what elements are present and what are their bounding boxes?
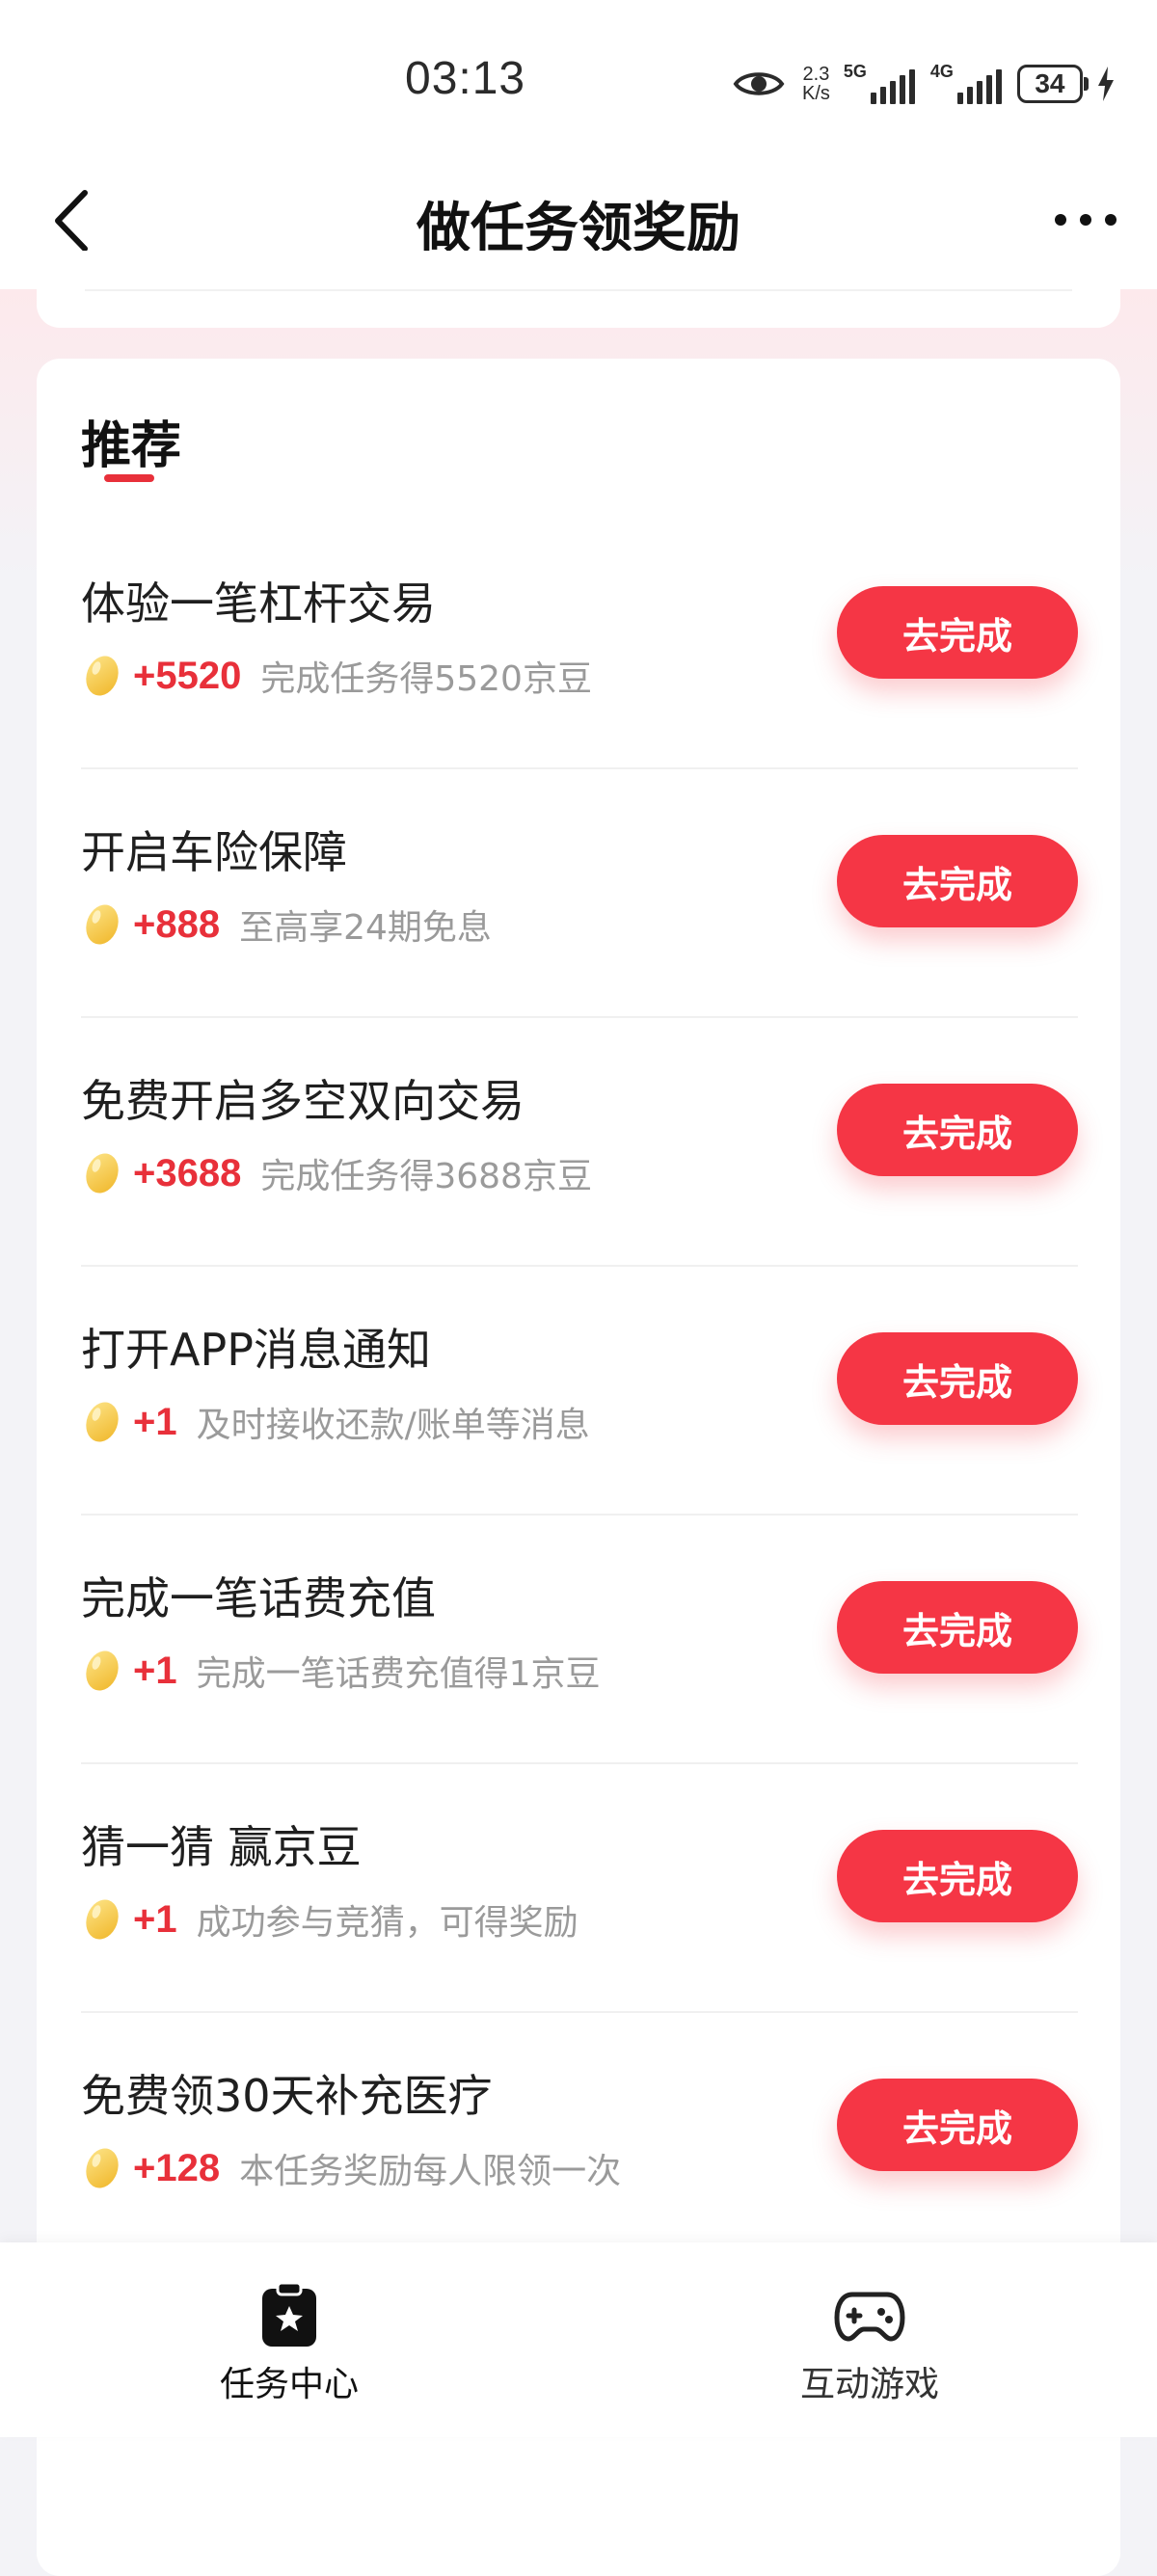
task-description: 本任务奖励每人限领一次 bbox=[239, 2152, 622, 2191]
task-reward-line: +5520 完成任务得5520京豆 bbox=[81, 652, 592, 700]
jingdou-bean-icon bbox=[86, 904, 119, 945]
reward-amount: +888 bbox=[133, 902, 221, 946]
task-row: 打开APP消息通知 +1 及时接收还款/账单等消息 去完成 bbox=[81, 1267, 1078, 1516]
task-title: 免费开启多空双向交易 bbox=[81, 1075, 525, 1127]
go-complete-button[interactable]: 去完成 bbox=[837, 1332, 1078, 1425]
task-description: 及时接收还款/账单等消息 bbox=[196, 1406, 590, 1445]
reward-amount: +5520 bbox=[133, 654, 242, 697]
divider bbox=[85, 289, 1072, 291]
task-center-icon bbox=[262, 2281, 316, 2347]
task-description: 成功参与竞猜，可得奖励 bbox=[196, 1903, 578, 1943]
task-reward-line: +1 成功参与竞猜，可得奖励 bbox=[81, 1895, 578, 1944]
status-time: 03:13 bbox=[405, 53, 526, 104]
status-bar: 03:13 2.3 K/s 5G 4G 34 bbox=[0, 0, 1157, 154]
reward-amount: +1 bbox=[133, 1649, 177, 1692]
go-complete-button[interactable]: 去完成 bbox=[837, 835, 1078, 927]
charging-icon bbox=[1097, 67, 1114, 101]
task-row: 完成一笔话费充值 +1 完成一笔话费充值得1京豆 去完成 bbox=[81, 1516, 1078, 1764]
jingdou-bean-icon bbox=[86, 656, 119, 696]
more-options-icon[interactable] bbox=[1051, 208, 1120, 231]
tab-label: 互动游戏 bbox=[799, 2365, 939, 2404]
jingdou-bean-icon bbox=[86, 2148, 119, 2188]
section-title: 推荐 bbox=[81, 417, 182, 475]
task-row: 体验一笔杠杆交易 +5520 完成任务得5520京豆 去完成 bbox=[81, 521, 1078, 769]
task-reward-line: +128 本任务奖励每人限领一次 bbox=[81, 2144, 621, 2192]
task-description: 完成任务得3688京豆 bbox=[260, 1157, 592, 1196]
battery-icon: 34 bbox=[1016, 65, 1089, 103]
task-description: 至高享24期免息 bbox=[239, 908, 492, 948]
reward-amount: +128 bbox=[133, 2146, 221, 2189]
section-title-underline bbox=[104, 474, 154, 482]
tab-task-center[interactable]: 任务中心 bbox=[145, 2281, 434, 2406]
signal-4g-icon: 4G bbox=[929, 62, 1002, 104]
go-complete-button[interactable]: 去完成 bbox=[837, 1830, 1078, 1922]
go-complete-button[interactable]: 去完成 bbox=[837, 586, 1078, 679]
network-speed-unit: K/s bbox=[802, 83, 830, 104]
tab-interactive-games[interactable]: 互动游戏 bbox=[725, 2281, 1014, 2406]
task-description: 完成任务得5520京豆 bbox=[260, 659, 592, 699]
jingdou-bean-icon bbox=[86, 1899, 119, 1940]
signal-5g-label: 5G bbox=[843, 62, 867, 81]
signal-4g-label: 4G bbox=[929, 62, 954, 81]
previous-card-edge bbox=[37, 251, 1120, 328]
signal-5g-icon: 5G bbox=[843, 62, 915, 104]
reward-amount: +3688 bbox=[133, 1151, 242, 1194]
task-reward-line: +3688 完成任务得3688京豆 bbox=[81, 1149, 592, 1197]
task-list: 体验一笔杠杆交易 +5520 完成任务得5520京豆 去完成 开启车险保障 +8… bbox=[81, 521, 1078, 2260]
reward-amount: +1 bbox=[133, 1897, 177, 1941]
task-reward-line: +888 至高享24期免息 bbox=[81, 900, 492, 949]
task-title: 打开APP消息通知 bbox=[81, 1324, 431, 1376]
task-row: 免费领30天补充医疗 +128 本任务奖励每人限领一次 去完成 bbox=[81, 2013, 1078, 2260]
network-speed-value: 2.3 bbox=[802, 64, 830, 85]
reward-amount: +1 bbox=[133, 1400, 177, 1443]
task-title: 猜一猜 赢京豆 bbox=[81, 1821, 362, 1873]
task-title: 体验一笔杠杆交易 bbox=[81, 577, 436, 630]
eye-icon bbox=[733, 72, 785, 95]
task-row: 免费开启多空双向交易 +3688 完成任务得3688京豆 去完成 bbox=[81, 1018, 1078, 1267]
jingdou-bean-icon bbox=[86, 1153, 119, 1194]
go-complete-button[interactable]: 去完成 bbox=[837, 1581, 1078, 1674]
task-reward-line: +1 完成一笔话费充值得1京豆 bbox=[81, 1647, 601, 1695]
status-icons: 2.3 K/s 5G 4G 34 bbox=[733, 60, 1116, 108]
task-description: 完成一笔话费充值得1京豆 bbox=[196, 1654, 601, 1694]
task-reward-line: +1 及时接收还款/账单等消息 bbox=[81, 1398, 590, 1446]
network-speed: 2.3 K/s bbox=[802, 65, 830, 103]
go-complete-button[interactable]: 去完成 bbox=[837, 2079, 1078, 2171]
task-title: 开启车险保障 bbox=[81, 826, 347, 878]
go-complete-button[interactable]: 去完成 bbox=[837, 1084, 1078, 1176]
tab-label: 任务中心 bbox=[219, 2365, 359, 2404]
gamepad-icon bbox=[834, 2292, 905, 2342]
task-row: 开启车险保障 +888 至高享24期免息 去完成 bbox=[81, 769, 1078, 1018]
battery-level: 34 bbox=[1035, 68, 1065, 98]
task-title: 免费领30天补充医疗 bbox=[81, 2070, 493, 2122]
jingdou-bean-icon bbox=[86, 1650, 119, 1691]
bottom-tab-bar: 任务中心 互动游戏 bbox=[0, 2242, 1157, 2437]
task-row: 猜一猜 赢京豆 +1 成功参与竞猜，可得奖励 去完成 bbox=[81, 1764, 1078, 2013]
task-title: 完成一笔话费充值 bbox=[81, 1572, 436, 1624]
jingdou-bean-icon bbox=[86, 1402, 119, 1442]
